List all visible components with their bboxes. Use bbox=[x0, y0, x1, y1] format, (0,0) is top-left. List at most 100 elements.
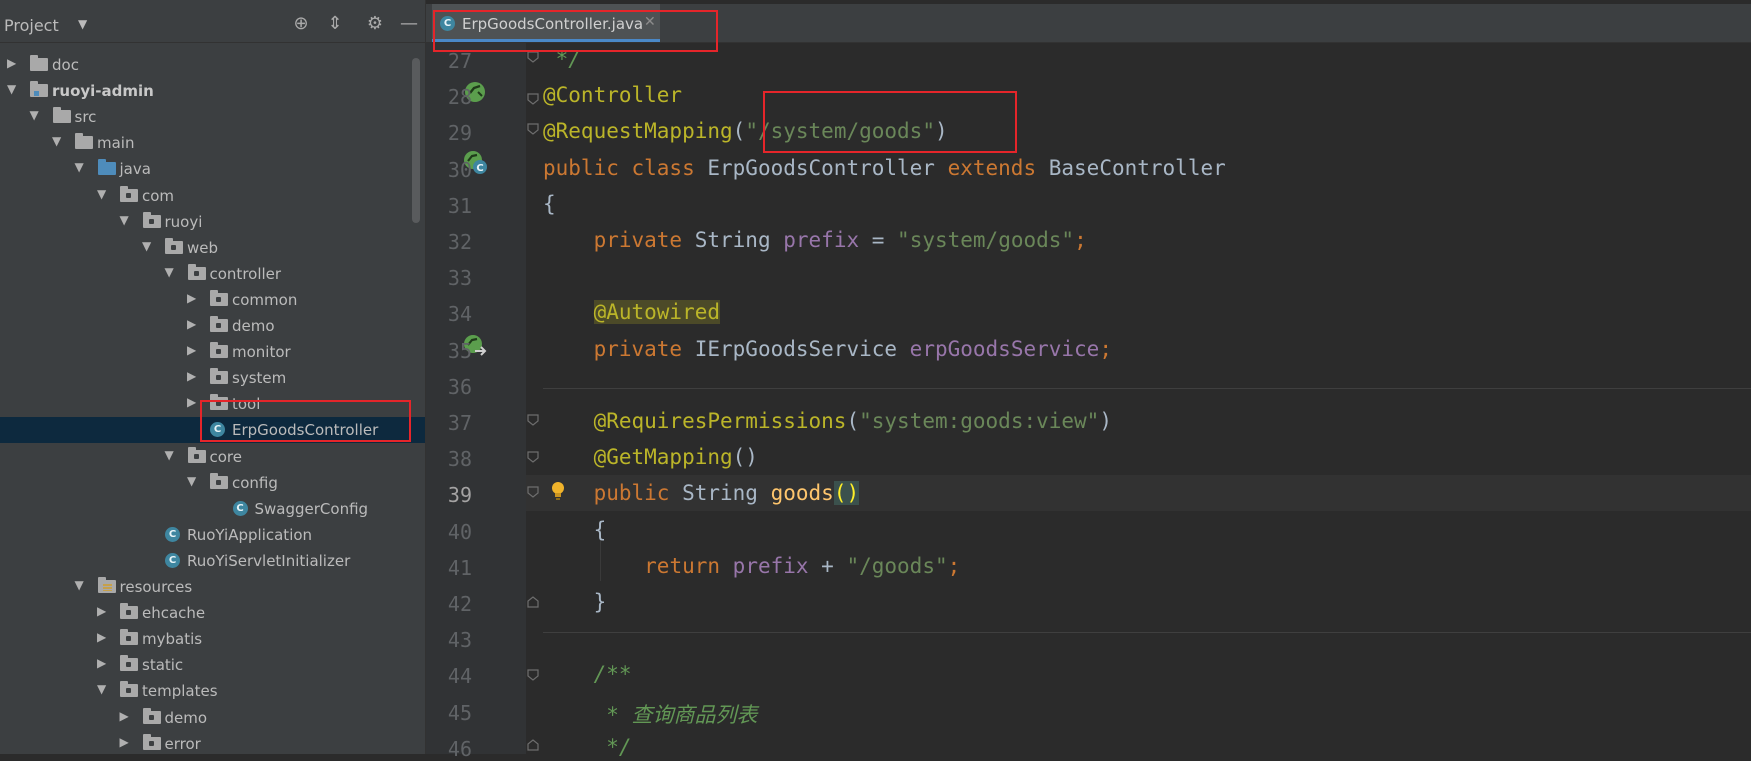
tree-item-resources[interactable]: ▼ resources bbox=[0, 574, 425, 600]
line-number: 33 bbox=[447, 266, 472, 291]
expand-arrow-icon[interactable]: ▼ bbox=[165, 448, 174, 462]
tree-item-label: RuoYiApplication bbox=[187, 525, 313, 544]
code-line[interactable]: @RequiresPermissions("system:goods:view"… bbox=[543, 409, 1112, 433]
expand-arrow-icon[interactable]: ▼ bbox=[120, 213, 129, 227]
code-line[interactable]: private String prefix = "system/goods"; bbox=[543, 228, 1087, 252]
expand-arrow-icon[interactable]: ▼ bbox=[75, 578, 84, 592]
tree-item-label: core bbox=[209, 447, 243, 466]
vertical-scrollbar[interactable] bbox=[412, 58, 420, 223]
fold-marker-icon[interactable] bbox=[526, 413, 540, 427]
gear-icon[interactable]: ⚙ bbox=[364, 13, 386, 35]
minimize-icon[interactable]: — bbox=[398, 13, 420, 35]
expand-arrow-icon[interactable]: ▼ bbox=[97, 187, 106, 201]
tree-item-com[interactable]: ▼ com bbox=[0, 183, 425, 209]
collapse-arrow-icon[interactable]: ▶ bbox=[97, 604, 106, 618]
code-line[interactable]: } bbox=[543, 590, 607, 614]
collapse-arrow-icon[interactable]: ▶ bbox=[187, 317, 196, 331]
tree-item-ruoyiservletinitializer[interactable]: C RuoYiServletInitializer bbox=[0, 548, 425, 574]
fold-marker-icon[interactable] bbox=[526, 738, 540, 752]
expand-arrow-icon[interactable]: ▼ bbox=[75, 160, 84, 174]
expand-arrow-icon[interactable]: ▼ bbox=[7, 82, 16, 96]
code-line[interactable]: @Autowired bbox=[543, 300, 721, 325]
code-line[interactable]: public class ErpGoodsController extends … bbox=[543, 156, 1226, 180]
fold-marker-icon[interactable] bbox=[526, 668, 540, 682]
fold-marker-icon[interactable] bbox=[526, 50, 540, 64]
code-token: ) bbox=[846, 481, 860, 506]
collapse-arrow-icon[interactable]: ▶ bbox=[97, 656, 106, 670]
collapse-arrow-icon[interactable]: ▶ bbox=[7, 56, 16, 70]
expand-arrow-icon[interactable]: ▼ bbox=[97, 682, 106, 696]
tree-item-swaggerconfig[interactable]: C SwaggerConfig bbox=[0, 496, 425, 522]
tree-item-ruoyi[interactable]: ▼ ruoyi bbox=[0, 209, 425, 235]
fold-marker-icon[interactable] bbox=[526, 122, 540, 136]
tree-item-label: main bbox=[97, 134, 135, 153]
tree-item-controller[interactable]: ▼ controller bbox=[0, 261, 425, 287]
code-line[interactable]: /** bbox=[543, 662, 632, 686]
fold-marker-icon[interactable] bbox=[526, 92, 540, 106]
code-token: ( bbox=[732, 119, 746, 144]
collapse-arrow-icon[interactable]: ▶ bbox=[120, 735, 129, 749]
tree-item-doc[interactable]: ▶ doc bbox=[0, 52, 425, 78]
tree-item-demo[interactable]: ▶ demo bbox=[0, 313, 425, 339]
expand-arrow-icon[interactable]: ▼ bbox=[187, 474, 196, 488]
tree-item-ruoyiapplication[interactable]: C RuoYiApplication bbox=[0, 522, 425, 548]
tree-item-web[interactable]: ▼ web bbox=[0, 235, 425, 261]
code-token: return bbox=[644, 553, 733, 578]
tree-item-label: com bbox=[142, 186, 175, 205]
tree-item-label: error bbox=[164, 734, 201, 753]
code-line[interactable]: public String goods() bbox=[543, 481, 860, 506]
chevron-down-icon[interactable]: ▼ bbox=[78, 17, 87, 31]
code-line[interactable]: { bbox=[543, 518, 607, 542]
tree-item-java[interactable]: ▼ java bbox=[0, 156, 425, 182]
lightbulb-icon[interactable] bbox=[548, 480, 572, 504]
code-line[interactable]: return prefix + "/goods"; bbox=[543, 554, 960, 578]
tree-item-templates[interactable]: ▼ templates bbox=[0, 678, 425, 704]
fold-marker-icon[interactable] bbox=[526, 595, 540, 609]
code-token: { bbox=[543, 191, 556, 216]
tree-item-ruoyi-admin[interactable]: ▼ ruoyi-admin bbox=[0, 78, 425, 104]
code-line[interactable]: private IErpGoodsService erpGoodsService… bbox=[543, 337, 1112, 361]
line-number: 40 bbox=[447, 519, 472, 544]
line-number: 27 bbox=[447, 49, 472, 73]
tree-item-src[interactable]: ▼ src bbox=[0, 104, 425, 130]
expand-arrow-icon[interactable]: ▼ bbox=[52, 134, 61, 148]
code-token: ) bbox=[1099, 409, 1112, 433]
tree-item-error[interactable]: ▶ error bbox=[0, 731, 425, 754]
locate-icon[interactable]: ⊕ bbox=[290, 13, 312, 35]
code-line[interactable]: */ bbox=[543, 735, 631, 759]
code-line[interactable]: @Controller bbox=[543, 83, 682, 107]
tree-item-main[interactable]: ▼ main bbox=[0, 130, 425, 156]
code-token: ( bbox=[846, 409, 860, 433]
tree-item-system[interactable]: ▶ system bbox=[0, 365, 425, 391]
code-token: ; bbox=[947, 553, 961, 578]
package-icon bbox=[142, 707, 161, 724]
tree-item-core[interactable]: ▼ core bbox=[0, 444, 425, 470]
fold-marker-icon[interactable] bbox=[526, 485, 540, 499]
expand-arrow-icon[interactable]: ▼ bbox=[30, 108, 39, 122]
code-line[interactable]: { bbox=[543, 192, 556, 216]
project-panel-title[interactable]: Project bbox=[4, 16, 59, 35]
collapse-arrow-icon[interactable]: ▶ bbox=[120, 709, 129, 723]
tree-item-ehcache[interactable]: ▶ ehcache bbox=[0, 600, 425, 626]
collapse-arrow-icon[interactable]: ▶ bbox=[187, 343, 196, 357]
collapse-arrow-icon[interactable]: ▶ bbox=[187, 369, 196, 383]
code-token: @Controller bbox=[543, 83, 683, 108]
collapse-arrow-icon[interactable]: ▶ bbox=[187, 291, 196, 305]
tree-item-common[interactable]: ▶ common bbox=[0, 287, 425, 313]
tree-item-static[interactable]: ▶ static bbox=[0, 652, 425, 678]
line-number: 41 bbox=[447, 555, 472, 580]
expand-arrow-icon[interactable]: ▼ bbox=[165, 265, 174, 279]
fold-marker-icon[interactable] bbox=[526, 450, 540, 464]
tree-item-mybatis[interactable]: ▶ mybatis bbox=[0, 626, 425, 652]
code-line[interactable]: @GetMapping() bbox=[543, 445, 758, 469]
collapse-arrow-icon[interactable]: ▶ bbox=[187, 395, 196, 409]
tree-item-config[interactable]: ▼ config bbox=[0, 470, 425, 496]
code-token: "system/goods" bbox=[897, 228, 1075, 252]
code-line[interactable]: * 查询商品列表 bbox=[543, 699, 757, 729]
collapse-all-icon[interactable]: ⇕ bbox=[324, 13, 346, 35]
expand-arrow-icon[interactable]: ▼ bbox=[142, 239, 151, 253]
tree-item-monitor[interactable]: ▶ monitor bbox=[0, 339, 425, 365]
collapse-arrow-icon[interactable]: ▶ bbox=[97, 630, 106, 644]
tree-item-demo[interactable]: ▶ demo bbox=[0, 705, 425, 731]
line-number: 31 bbox=[447, 193, 472, 218]
